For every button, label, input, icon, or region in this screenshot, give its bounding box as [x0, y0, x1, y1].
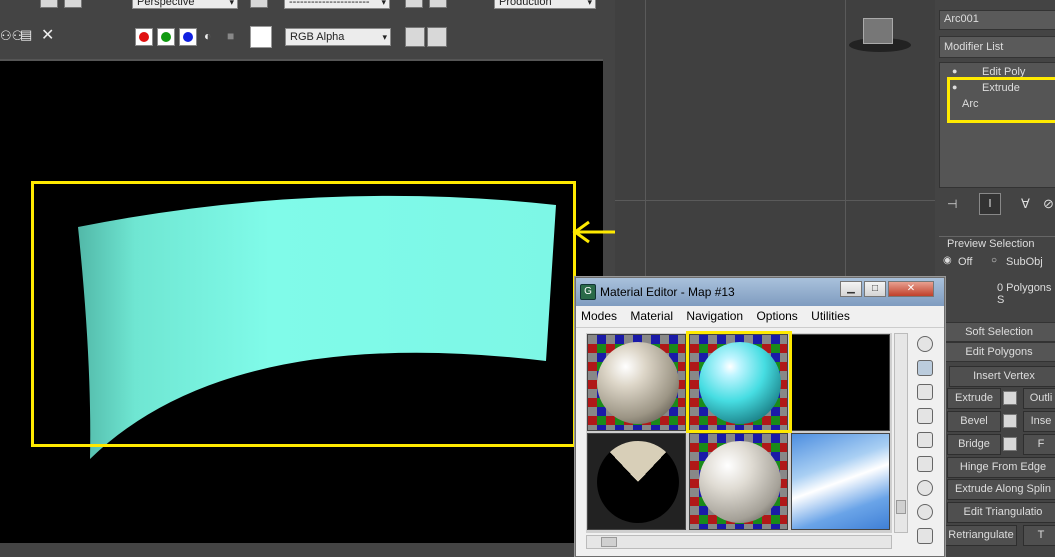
sample-slot-grid [586, 331, 892, 533]
color-swatch[interactable] [250, 26, 272, 48]
sample-slot-5[interactable] [689, 433, 788, 530]
red-channel-button[interactable] [135, 28, 153, 46]
render-toolbar-bottom: ⚇⚇ ▤ ✕ ◐ ■ RGB Alpha [0, 22, 615, 52]
menu-modes[interactable]: Modes [576, 306, 622, 326]
app-icon: G [580, 284, 596, 300]
stack-toolbar: ⊣ Ⅰ ∀ ⊘ [939, 191, 1055, 219]
close-button[interactable]: ✕ [888, 281, 934, 297]
gear-icon[interactable] [429, 0, 447, 8]
menu-navigation[interactable]: Navigation [681, 306, 748, 326]
turn-button[interactable]: T [1023, 525, 1055, 546]
green-channel-button[interactable] [157, 28, 175, 46]
radio-off-label[interactable]: Off [958, 256, 972, 268]
sample-type-icon[interactable] [917, 336, 933, 352]
polygons-status: 0 Polygons S [997, 282, 1052, 306]
edit-polygons-rollout[interactable]: Edit Polygons [939, 342, 1055, 362]
select-by-material-icon[interactable] [917, 504, 933, 520]
extrude-button[interactable]: Extrude [947, 388, 1001, 409]
preview-selection-title: Preview Selection [947, 238, 1035, 250]
options-icon[interactable] [917, 480, 933, 496]
inset-button[interactable]: Inse [1023, 411, 1055, 432]
scene-viewport[interactable] [615, 0, 935, 280]
view-dropdown[interactable]: Perspective [132, 0, 238, 9]
sample-tools [914, 334, 940, 554]
material-editor-menubar: Modes Material Navigation Options Utilit… [576, 306, 944, 328]
modifier-list-dropdown[interactable]: Modifier List [939, 36, 1055, 58]
edit-triangulation-button[interactable]: Edit Triangulatio [947, 502, 1055, 523]
surface-highlight-box [31, 181, 576, 447]
show-end-result-icon[interactable]: Ⅰ [979, 193, 1001, 215]
bridge-button[interactable]: Bridge [947, 434, 1001, 455]
insert-vertex-button[interactable]: Insert Vertex [949, 366, 1055, 387]
sample-slot-1[interactable] [587, 334, 686, 431]
pin-stack-icon[interactable]: ⊣ [947, 197, 957, 211]
hinge-from-edge-button[interactable]: Hinge From Edge [947, 457, 1055, 478]
maximize-button[interactable]: □ [864, 281, 886, 297]
blue-channel-button[interactable] [179, 28, 197, 46]
close-icon[interactable]: ✕ [41, 25, 54, 45]
extrude-along-spline-button[interactable]: Extrude Along Splin [947, 479, 1055, 500]
display-toggle-icon[interactable] [427, 27, 447, 47]
slot-highlight-box [686, 331, 792, 433]
preset-dropdown[interactable]: ---------------------- [284, 0, 390, 9]
material-editor-window: G Material Editor - Map #13 ▁ □ ✕ Modes … [575, 277, 945, 557]
make-preview-icon[interactable] [917, 456, 933, 472]
radio-subobj-icon[interactable]: ○ [991, 255, 997, 266]
teapot-icon[interactable] [405, 0, 423, 8]
sample-slot-6-sky[interactable] [791, 433, 890, 530]
minimize-button[interactable]: ▁ [840, 281, 862, 297]
render-setup-button[interactable] [40, 0, 58, 8]
alpha-channel-icon[interactable]: ◐ [204, 29, 211, 43]
uv-tiling-icon[interactable] [917, 408, 933, 424]
render-window: Perspective ---------------------- Produ… [0, 0, 615, 557]
bevel-settings-icon[interactable] [1003, 414, 1017, 428]
sample-slot-4[interactable] [587, 433, 686, 530]
bevel-button[interactable]: Bevel [947, 411, 1001, 432]
bridge-settings-icon[interactable] [1003, 437, 1017, 451]
renderer-dropdown[interactable]: Production [494, 0, 596, 9]
remove-modifier-icon[interactable]: ⊘ [1043, 196, 1054, 212]
backlight-icon[interactable] [917, 360, 933, 376]
lock-icon[interactable] [250, 0, 268, 8]
radio-subobj-label[interactable]: SubObj [1006, 256, 1043, 268]
stack-highlight-box [947, 77, 1055, 123]
viewcube-icon[interactable] [843, 18, 913, 58]
retriangulate-button[interactable]: Retriangulate [945, 525, 1017, 546]
radio-off-icon[interactable]: ◉ [943, 255, 952, 266]
slot-vertical-scrollbar[interactable] [894, 333, 908, 533]
background-icon[interactable] [917, 384, 933, 400]
material-editor-titlebar[interactable]: G Material Editor - Map #13 ▁ □ ✕ [576, 278, 944, 306]
soft-selection-rollout[interactable]: Soft Selection [939, 322, 1055, 342]
object-name-field[interactable]: Arc001 [939, 10, 1055, 30]
render-toolbar-top: Perspective ---------------------- Produ… [0, 0, 615, 12]
menu-options[interactable]: Options [751, 306, 802, 326]
extrude-settings-icon[interactable] [1003, 391, 1017, 405]
material-map-navigator-icon[interactable] [917, 528, 933, 544]
flip-button[interactable]: F [1023, 434, 1055, 455]
outline-button[interactable]: Outli [1023, 388, 1055, 409]
menu-utilities[interactable]: Utilities [806, 306, 855, 326]
modifier-stack: ● Edit Poly ● Extrude Arc [939, 62, 1055, 188]
print-icon[interactable]: ▤ [20, 27, 32, 43]
render-viewport[interactable] [0, 59, 603, 543]
channel-dropdown[interactable]: RGB Alpha [285, 28, 391, 46]
slot-horizontal-scrollbar[interactable] [586, 535, 892, 549]
clone-window-icon[interactable] [405, 27, 425, 47]
make-unique-icon[interactable]: ∀ [1021, 196, 1030, 212]
material-editor-title: Material Editor - Map #13 [600, 285, 735, 299]
video-color-check-icon[interactable] [917, 432, 933, 448]
lightbulb-icon[interactable]: ● [952, 66, 957, 76]
sample-slot-3[interactable] [791, 334, 890, 431]
command-panel: Arc001 Modifier List ● Edit Poly ● Extru… [935, 0, 1055, 557]
render-button[interactable] [64, 0, 82, 8]
menu-material[interactable]: Material [625, 306, 678, 326]
monochrome-icon[interactable]: ■ [227, 29, 234, 43]
